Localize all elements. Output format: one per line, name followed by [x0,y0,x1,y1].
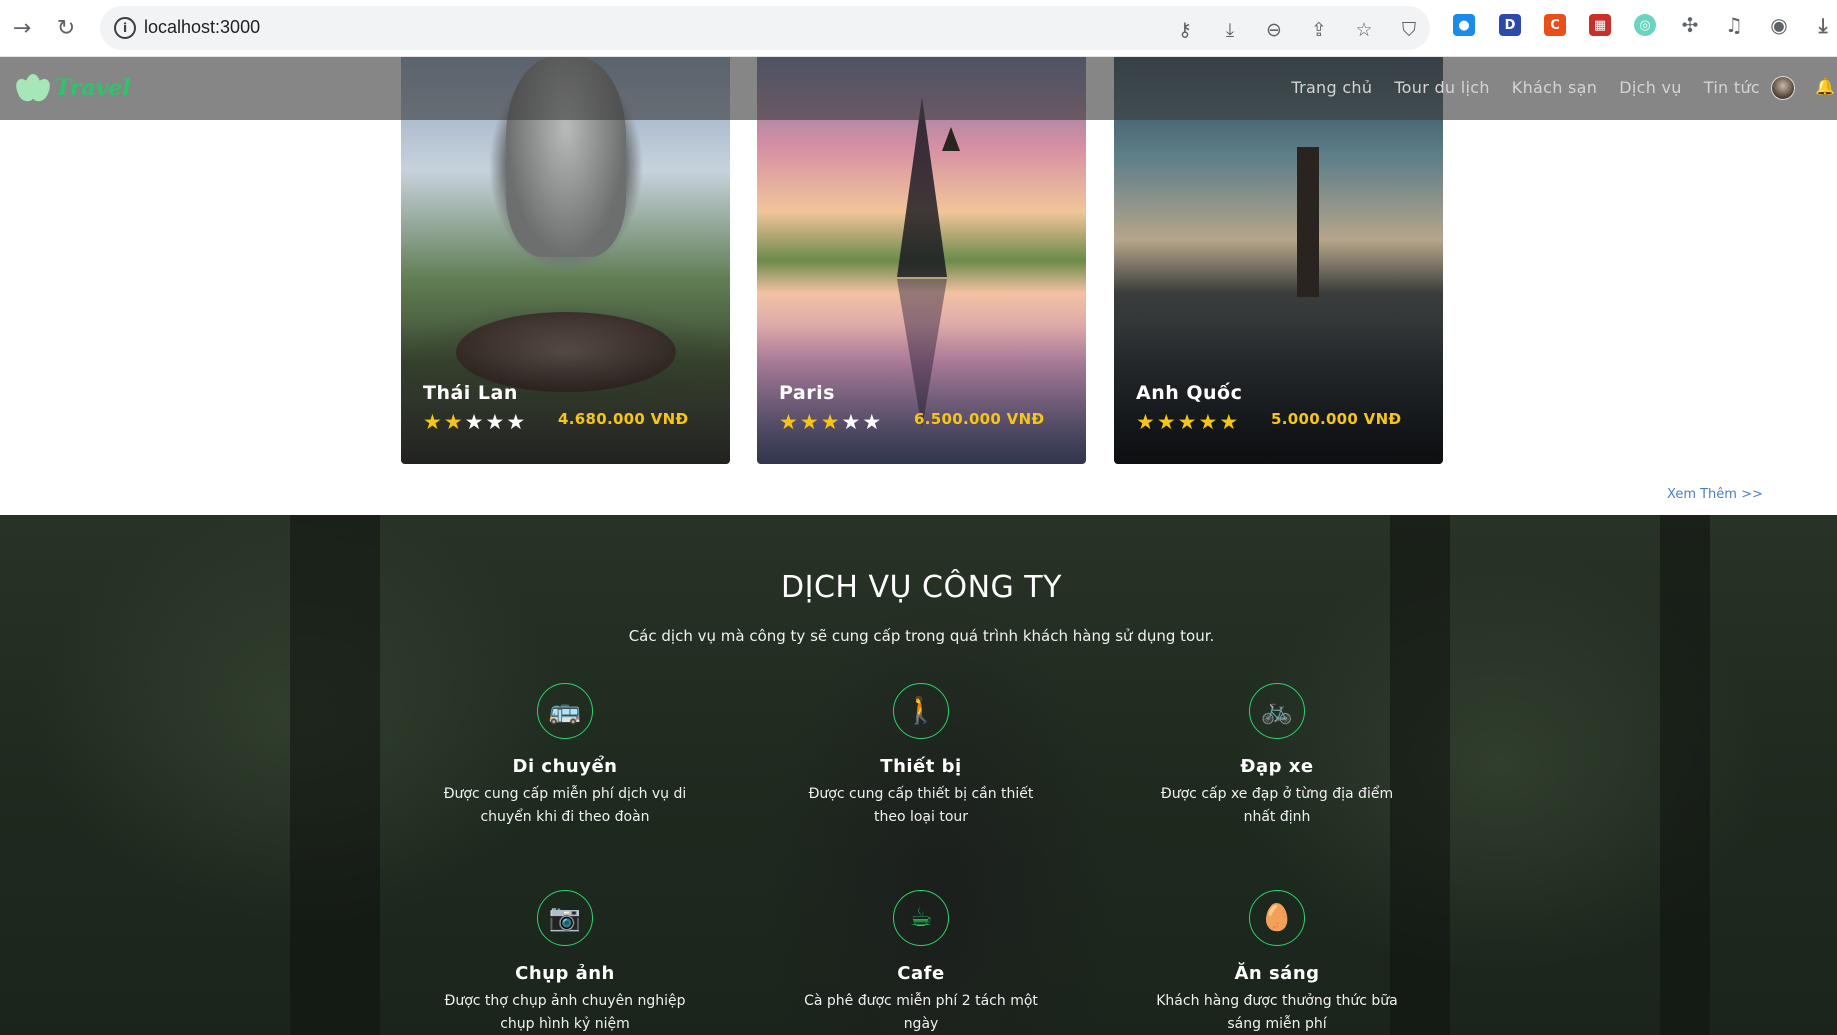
leaf-logo-icon [12,70,54,106]
forward-icon[interactable]: → [6,12,38,44]
see-more-link[interactable]: Xem Thêm >> [1667,487,1763,502]
star-icon: ★ [1136,410,1157,434]
star-icon: ★ [799,410,821,434]
service-desc: Được cung cấp miễn phí dịch vụ di chuyển… [443,786,687,825]
service-item: 🚶 Thiết bị Được cung cấp thiết bị cần th… [786,683,1056,829]
shield-icon[interactable]: ⛉ [1397,18,1421,42]
service-item: 📷 Chụp ảnh Được thợ chụp ảnh chuyên nghi… [430,890,700,1035]
service-item: ☕ Cafe Cà phê được miễn phí 2 tách một n… [786,890,1056,1035]
services-section: DỊCH VỤ CÔNG TY Các dịch vụ mà công ty s… [0,515,1837,1035]
nav-home[interactable]: Trang chủ [1291,78,1372,97]
service-desc: Được thợ chụp ảnh chuyên nghiệp chụp hìn… [444,993,686,1032]
tour-price: 4.680.000 VNĐ [558,410,689,428]
site-logo[interactable]: Travel [12,70,131,106]
eiffel-tower-image [897,97,947,277]
star-icon: ★ [443,410,465,434]
avatar[interactable] [1771,76,1795,100]
tour-price: 5.000.000 VNĐ [1271,410,1402,428]
site-navbar: Travel Trang chủ Tour du lịch Khách sạn … [0,57,1837,120]
service-item: 🥚 Ăn sáng Khách hàng được thưởng thức bữ… [1142,890,1412,1035]
hiking-icon: 🚶 [893,683,949,739]
nav-services[interactable]: Dịch vụ [1619,78,1682,97]
bookmark-star-icon[interactable]: ☆ [1352,18,1376,42]
rating-stars: ★★★★★ [779,410,883,434]
service-name: Chụp ảnh [515,963,615,984]
tour-title: Paris [779,382,835,404]
extension-grid-icon[interactable]: ▦ [1589,14,1611,36]
share-icon[interactable]: ⇪ [1307,18,1331,42]
service-name: Thiết bị [880,756,962,777]
star-icon: ★ [1198,410,1220,434]
downloads-icon[interactable]: ⤓ [1812,13,1834,37]
tour-title: Anh Quốc [1136,382,1243,404]
page-viewport: Thái Lan ★★★★★ 4.680.000 VNĐ Paris ★★★★★… [0,57,1837,1035]
service-desc: Được cung cấp thiết bị cần thiết theo lo… [808,786,1034,825]
extension-d-icon[interactable]: D [1499,14,1521,36]
star-icon: ★ [464,410,486,434]
logo-text: Travel [55,75,131,101]
coffee-icon: ☕ [893,890,949,946]
bus-icon: 🚌 [537,683,593,739]
service-desc: Khách hàng được thưởng thức bữa sáng miễ… [1156,993,1398,1032]
star-icon: ★ [862,410,884,434]
star-icon: ★ [485,410,507,434]
tour-price: 6.500.000 VNĐ [914,410,1045,428]
egg-icon: 🥚 [1249,890,1305,946]
star-icon: ★ [779,410,800,434]
section-subtitle: Các dịch vụ mà công ty sẽ cung cấp trong… [628,627,1215,645]
service-name: Di chuyển [512,756,618,777]
site-info-icon[interactable]: i [114,17,136,39]
browser-toolbar: → ↻ i localhost:3000 ⚷ ⤓ ⊖ ⇪ ☆ ⛉ ● D C ▦… [0,0,1837,57]
install-icon[interactable]: ⤓ [1218,18,1242,42]
service-name: Ăn sáng [1234,963,1320,984]
nav-tours[interactable]: Tour du lịch [1394,78,1489,97]
service-desc: Cà phê được miễn phí 2 tách một ngày [804,993,1038,1032]
address-bar[interactable]: i localhost:3000 ⚷ ⤓ ⊖ ⇪ ☆ ⛉ [100,6,1430,50]
nav-hotels[interactable]: Khách sạn [1512,78,1597,97]
big-ben-image [1297,147,1319,297]
zoom-out-icon[interactable]: ⊖ [1262,18,1286,42]
service-item: 🚌 Di chuyển Được cung cấp miễn phí dịch … [430,683,700,829]
star-icon: ★ [1156,410,1178,434]
extensions-puzzle-icon[interactable]: ✣ [1679,13,1701,37]
star-icon: ★ [841,410,863,434]
star-icon: ★ [1219,410,1241,434]
tour-title: Thái Lan [423,382,518,404]
star-icon: ★ [506,410,528,434]
nav-news[interactable]: Tin tức [1704,78,1760,97]
key-icon[interactable]: ⚷ [1173,18,1197,42]
reload-icon[interactable]: ↻ [50,12,82,44]
service-desc: Được cấp xe đạp ở từng địa điểm nhất địn… [1160,786,1394,825]
service-name: Cafe [897,963,945,984]
url-text[interactable]: localhost:3000 [144,17,260,38]
bell-icon[interactable]: 🔔 [1815,77,1835,96]
rating-stars: ★★★★★ [1136,410,1240,434]
extension-color-icon[interactable]: ◎ [1634,14,1656,36]
service-item: 🚲 Đạp xe Được cấp xe đạp ở từng địa điểm… [1142,683,1412,829]
extension-drop-icon[interactable]: ● [1453,14,1475,36]
bicycle-icon: 🚲 [1249,683,1305,739]
extension-c-icon[interactable]: C [1544,14,1566,36]
camera-icon: 📷 [537,890,593,946]
star-icon: ★ [423,410,444,434]
rating-stars: ★★★★★ [423,410,527,434]
star-icon: ★ [1177,410,1199,434]
profile-icon[interactable]: ◉ [1768,13,1790,37]
star-icon: ★ [820,410,842,434]
main-nav: Trang chủ Tour du lịch Khách sạn Dịch vụ… [1269,78,1760,97]
section-title: DỊCH VỤ CÔNG TY [781,570,1062,605]
media-icon[interactable]: ♫ [1723,13,1745,37]
service-name: Đạp xe [1240,756,1314,777]
